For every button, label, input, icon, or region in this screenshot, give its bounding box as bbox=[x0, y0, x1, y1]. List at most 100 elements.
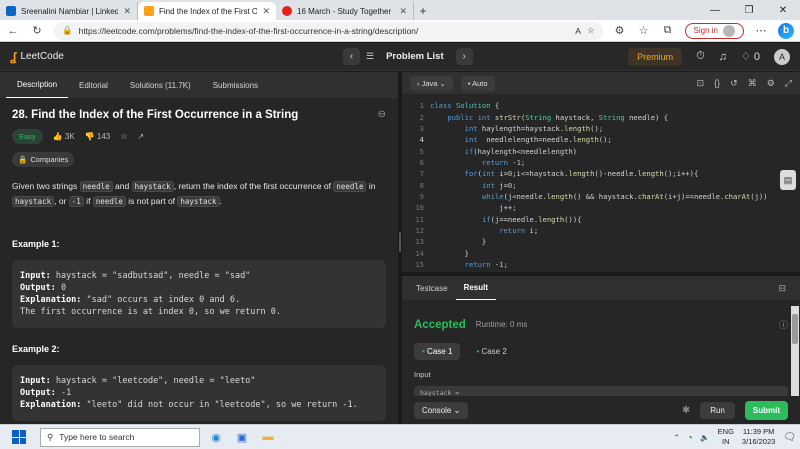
extensions-icon[interactable]: ⚙ bbox=[613, 24, 627, 37]
streak-fire-icon[interactable]: ♢ 0 bbox=[741, 50, 760, 63]
language-indicator[interactable]: ENG IN bbox=[718, 427, 734, 447]
favorites-icon[interactable]: ☆ bbox=[637, 24, 651, 37]
close-tab-icon[interactable]: ✕ bbox=[123, 6, 131, 17]
like-count: 3K bbox=[64, 132, 75, 141]
tab-solutions[interactable]: Solutions (11.7K) bbox=[119, 72, 202, 98]
expand-panel-icon[interactable]: ⊟ bbox=[778, 283, 786, 294]
tab-submissions[interactable]: Submissions bbox=[202, 72, 269, 98]
close-tab-icon[interactable]: ✕ bbox=[399, 6, 407, 17]
browser-tab-youtube[interactable]: 16 March - Study Together ✕ bbox=[276, 2, 414, 20]
code-line[interactable]: 11 if(j==needle.length()){ bbox=[402, 213, 800, 224]
tab-testcase[interactable]: Testcase bbox=[408, 276, 456, 300]
braces-icon[interactable]: {} bbox=[714, 78, 720, 89]
reset-icon[interactable]: ↺ bbox=[730, 78, 738, 89]
app-icon[interactable]: ▣ bbox=[232, 427, 252, 447]
more-options-icon[interactable]: ⋯ bbox=[754, 24, 768, 37]
code-line[interactable]: 6 return -1; bbox=[402, 157, 800, 168]
reload-icon[interactable]: ↻ bbox=[30, 24, 44, 37]
result-scrollbar[interactable] bbox=[791, 306, 799, 396]
collections-icon[interactable]: ⧉ bbox=[661, 24, 675, 37]
problem-navigation: ‹ ☰ Problem List › bbox=[343, 48, 473, 65]
language-select[interactable]: ‹ Java ⌄ bbox=[410, 75, 453, 91]
url-bar[interactable]: 🔒 https://leetcode.com/problems/find-the… bbox=[54, 21, 603, 40]
browser-tab-linkedin[interactable]: Sreenalini Nambiar | LinkedIn ✕ bbox=[0, 2, 138, 20]
code-area[interactable]: 1 class Solution {2 public int strStr(Str… bbox=[402, 94, 800, 282]
notification-bell-icon[interactable]: ♫ bbox=[719, 51, 727, 63]
bookmark-icon[interactable]: ⊡ bbox=[697, 78, 705, 89]
tab-description[interactable]: Description bbox=[6, 72, 69, 98]
code-line[interactable]: 10 j++; bbox=[402, 202, 800, 213]
info-icon[interactable]: ⓘ bbox=[779, 318, 788, 331]
prev-problem-button[interactable]: ‹ bbox=[343, 48, 360, 65]
desc-text: Given two strings bbox=[12, 181, 80, 191]
tray-chevron-icon[interactable]: ⌃ bbox=[673, 433, 679, 442]
read-aloud-icon[interactable]: A bbox=[575, 26, 581, 36]
new-tab-button[interactable]: + bbox=[414, 2, 432, 20]
code-line[interactable]: 15 return -1; bbox=[402, 259, 800, 270]
case-tab-1[interactable]: • Case 1 bbox=[414, 343, 461, 360]
code-text: } bbox=[430, 248, 469, 258]
code-line[interactable]: 8 int j=0; bbox=[402, 179, 800, 190]
example-heading: Example 2: bbox=[12, 344, 60, 354]
problem-list-link[interactable]: Problem List bbox=[380, 51, 450, 62]
code-text: if(haylength<needlelength) bbox=[464, 146, 578, 156]
code-line[interactable]: 13 } bbox=[402, 236, 800, 247]
submit-button[interactable]: Submit bbox=[744, 400, 788, 420]
clock[interactable]: 11:39 PM 3/16/2023 bbox=[742, 427, 775, 447]
code-line[interactable]: 14 } bbox=[402, 247, 800, 258]
premium-button[interactable]: Premium bbox=[628, 47, 683, 66]
volume-icon[interactable]: 🔈 bbox=[700, 433, 709, 442]
file-explorer-icon[interactable]: ▬ bbox=[258, 427, 278, 447]
code-line[interactable]: 5 if(haylength<needlelength) bbox=[402, 145, 800, 156]
logo-text: LeetCode bbox=[20, 51, 64, 62]
auto-mode-button[interactable]: • Auto bbox=[460, 75, 495, 91]
inline-code: haystack bbox=[131, 181, 174, 192]
code-line[interactable]: 7 for(int i=0;i<=haystack.length()-needl… bbox=[402, 168, 800, 179]
debug-icon[interactable]: ✱ bbox=[682, 405, 690, 416]
share-icon[interactable]: ↗ bbox=[137, 132, 144, 141]
code-line[interactable]: 12 return i; bbox=[402, 225, 800, 236]
next-problem-button[interactable]: › bbox=[455, 48, 473, 65]
leetcode-icon bbox=[144, 6, 154, 16]
lock-icon: 🔒 bbox=[18, 155, 28, 164]
edge-browser-icon[interactable]: ◉ bbox=[206, 427, 226, 447]
shortcut-icon[interactable]: ⌘ bbox=[748, 78, 757, 89]
case-tab-2[interactable]: • Case 2 bbox=[468, 343, 514, 360]
sign-in-button[interactable]: Sign in bbox=[684, 22, 744, 39]
code-text: return -1; bbox=[481, 157, 526, 167]
star-icon[interactable]: ☆ bbox=[120, 132, 127, 141]
windows-start-icon[interactable] bbox=[12, 430, 26, 444]
back-arrow-icon[interactable]: ← bbox=[6, 25, 20, 37]
leetcode-logo[interactable]: ʆ LeetCode bbox=[10, 50, 64, 64]
code-line[interactable]: 3 int haylength=haystack.length(); bbox=[402, 123, 800, 134]
taskbar-search[interactable]: ⚲ Type here to search bbox=[40, 427, 200, 447]
code-line[interactable]: 4 int needlelength=needle.length(); bbox=[402, 134, 800, 145]
tab-result[interactable]: Result bbox=[455, 276, 497, 300]
fullscreen-icon[interactable]: ⤢ bbox=[785, 78, 792, 89]
code-line[interactable]: 2 public int strStr(String haystack, Str… bbox=[402, 111, 800, 122]
maximize-button[interactable]: ❐ bbox=[732, 5, 766, 16]
favorite-star-icon[interactable]: ☆ bbox=[587, 25, 595, 36]
settings-gear-icon[interactable]: ⚙ bbox=[767, 78, 775, 89]
notifications-icon[interactable]: 🗨 bbox=[783, 432, 796, 443]
time-text: 11:39 PM bbox=[742, 427, 775, 436]
dislike-button[interactable]: 👎 143 bbox=[85, 132, 111, 141]
more-info-icon[interactable]: ⊖ bbox=[378, 109, 386, 120]
notes-icon[interactable]: ▤ bbox=[780, 170, 796, 190]
companies-tag[interactable]: 🔒 Companies bbox=[12, 152, 75, 167]
like-button[interactable]: 👍 3K bbox=[53, 132, 75, 141]
tab-editorial[interactable]: Editorial bbox=[68, 72, 119, 98]
code-line[interactable]: 1 class Solution { bbox=[402, 100, 800, 111]
mode-label: Auto bbox=[472, 78, 488, 88]
user-avatar[interactable]: A bbox=[774, 48, 790, 65]
close-tab-icon[interactable]: ✕ bbox=[262, 6, 270, 17]
run-button[interactable]: Run bbox=[700, 401, 735, 419]
close-window-button[interactable]: ✕ bbox=[766, 5, 800, 16]
timer-icon[interactable]: ⏱ bbox=[696, 50, 705, 63]
console-toggle-button[interactable]: Console ⌄ bbox=[414, 401, 469, 419]
code-line[interactable]: 9 while(j<needle.length() && haystack.ch… bbox=[402, 191, 800, 202]
browser-tab-leetcode[interactable]: Find the Index of the First Occurre ✕ bbox=[138, 2, 276, 20]
network-icon[interactable]: ◔ bbox=[688, 433, 693, 442]
bing-icon[interactable]: b bbox=[778, 22, 794, 39]
minimize-button[interactable]: — bbox=[698, 5, 732, 16]
